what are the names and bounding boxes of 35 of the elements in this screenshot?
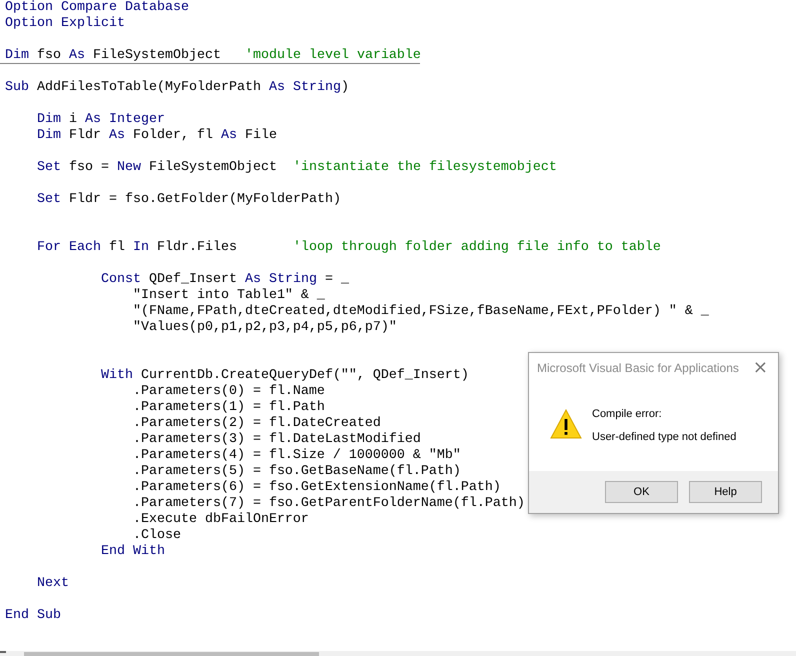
code-line: Const QDef_Insert As String = _ (100, 272, 349, 288)
code-line: Set Fldr = fso.GetFolder(MyFolderPath) (36, 192, 341, 208)
code-line: .Parameters(3) = fl.DateLastModified (132, 432, 421, 448)
horizontal-scrollbar[interactable] (0, 651, 796, 656)
code-line: "Values(p0,p1,p2,p3,p4,p5,p6,p7)" (132, 320, 397, 336)
code-line: End With (100, 544, 165, 560)
code-line: Dim i As Integer (36, 112, 165, 128)
code-line: .Parameters(2) = fl.DateCreated (132, 416, 381, 432)
code-line: .Parameters(1) = fl.Path (132, 400, 325, 416)
code-line: Option Explicit (5, 16, 125, 32)
code-line: .Parameters(6) = fso.GetExtensionName(fl.Path) (132, 480, 501, 496)
code-line: Sub AddFilesToTable(MyFolderPath As String) (5, 80, 349, 96)
error-heading: Compile error: (592, 408, 663, 420)
error-message: User-defined type not defined (592, 430, 736, 442)
code-line: Set fso = New FileSystemObject 'instantiate the filesystemobject (36, 160, 557, 176)
code-line: .Parameters(7) = fso.GetParentFolderName(fl.Path) (132, 496, 525, 512)
code-line: With CurrentDb.CreateQueryDef("", QDef_Insert) (100, 368, 469, 384)
code-line: End Sub (5, 608, 61, 624)
code-line: .Parameters(0) = fl.Name (132, 384, 325, 400)
code-line: "Insert into Table1" & _ (132, 288, 325, 304)
close-button[interactable]: × (748, 359, 772, 377)
code-line: "(FName,FPath,dteCreated,dteModified,FSize,fBaseName,FExt,PFolder) " & _ (132, 304, 709, 320)
code-line: Dim fso As FileSystemObject 'module level variable (5, 48, 421, 64)
code-line: Next (36, 576, 69, 592)
dialog-title: Microsoft Visual Basic for Applications (537, 361, 739, 375)
warning-icon (550, 409, 582, 439)
code-line: Option Compare Database (5, 0, 189, 16)
code-line: .Execute dbFailOnError (132, 512, 309, 528)
code-line: .Parameters(4) = fl.Size / 1000000 & "Mb" (132, 448, 461, 464)
dialog-button[interactable]: OK (605, 481, 678, 503)
code-line: .Close (132, 528, 181, 544)
code-line: For Each fl In Fldr.Files 'loop through folder adding file info to table (36, 240, 661, 256)
dialog-button[interactable]: Help (689, 481, 762, 503)
code-line: Dim Fldr As Folder, fl As File (36, 128, 277, 144)
code-line: .Parameters(5) = fso.GetBaseName(fl.Path) (132, 464, 461, 480)
